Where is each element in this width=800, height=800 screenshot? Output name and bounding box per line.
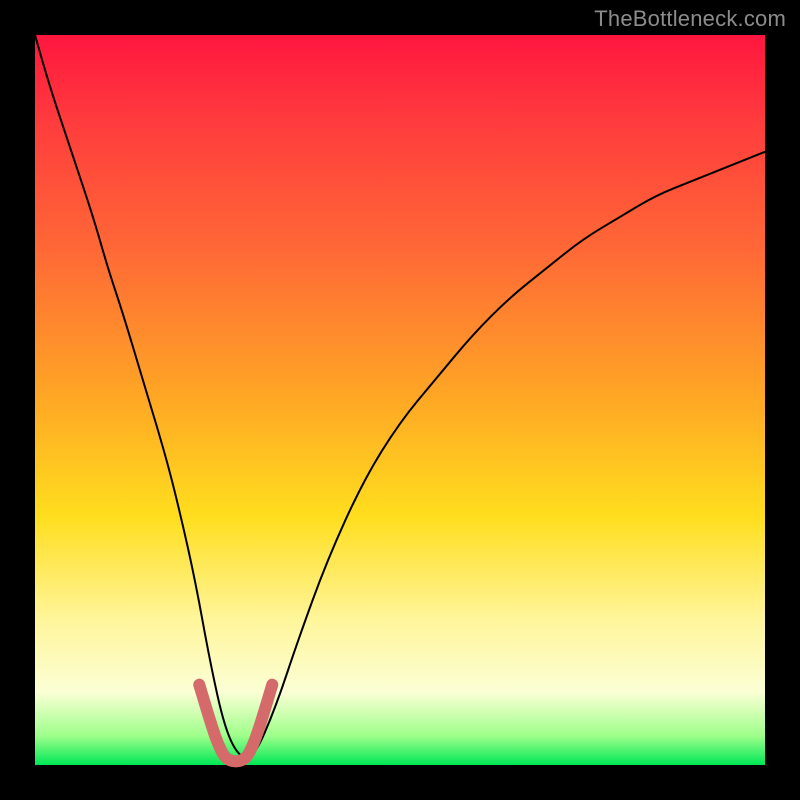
curve-layer [35, 35, 765, 765]
gradient-plot-area [35, 35, 765, 765]
chart-frame: TheBottleneck.com [0, 0, 800, 800]
watermark-text: TheBottleneck.com [594, 6, 786, 32]
bottleneck-curve [35, 35, 765, 758]
